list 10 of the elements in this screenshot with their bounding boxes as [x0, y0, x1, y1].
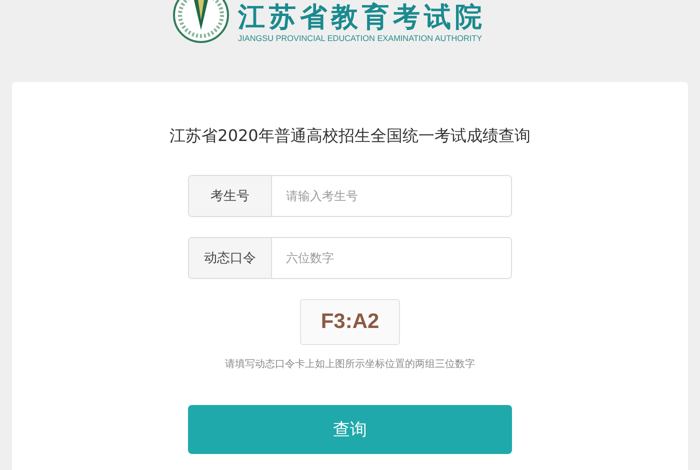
field-label: 动态口令 [189, 238, 272, 278]
input-field[interactable]: 动态口令 六位数字 [188, 237, 512, 279]
emblem-logo-icon [172, 0, 230, 44]
authority-name: 江苏省教育考试院 [238, 3, 486, 33]
authority-english-name: JIANGSU PROVINCIAL EDUCATION EXAMINATION AUTHORITY [238, 34, 484, 43]
coordinate-code: F3:A2 [300, 299, 400, 345]
hint-text: 请填写动态口令卡上如上图所示坐标位置的两组三位数字 [225, 358, 475, 371]
field-label: 考生号 [189, 176, 272, 216]
input-field[interactable]: 考生号 请输入考生号 [188, 175, 512, 217]
form-title: 江苏省2020年普通高校招生全国统一考试成绩查询 [170, 126, 530, 147]
